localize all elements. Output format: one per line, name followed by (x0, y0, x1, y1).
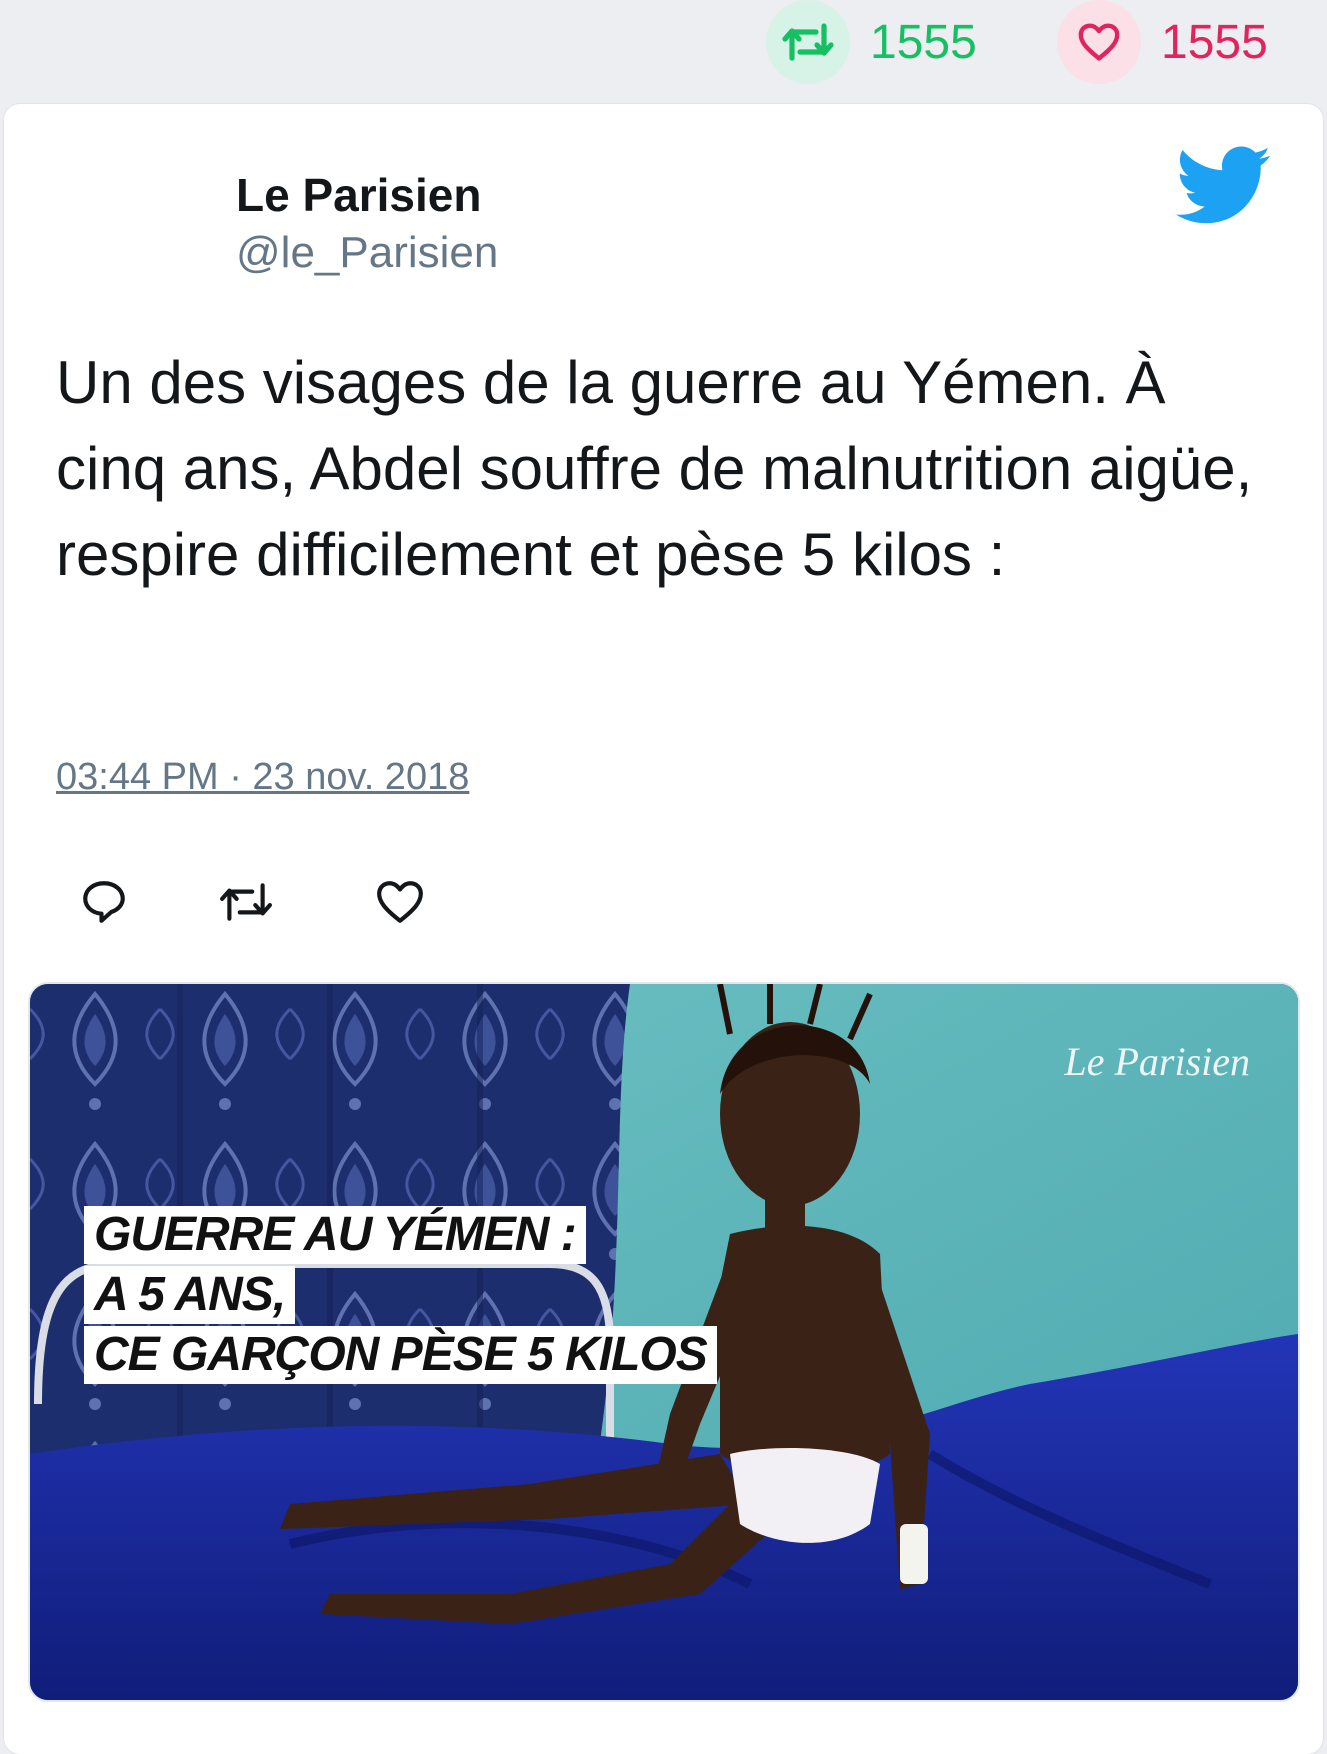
like-stat-icon-circle (1057, 0, 1141, 84)
author-name[interactable]: Le Parisien (236, 168, 481, 222)
heart-icon (1078, 23, 1120, 61)
like-button[interactable] (372, 874, 428, 930)
reply-icon (83, 881, 125, 923)
retweet-stat-icon-circle (766, 0, 850, 84)
media-brand-logo: Le Parisien (1064, 1039, 1250, 1084)
engagement-stats: 1555 1555 (0, 0, 1327, 100)
author-handle[interactable]: @le_Parisien (236, 228, 498, 278)
tweet-actions (76, 874, 476, 934)
tweet-card: Le Parisien @le_Parisien Un des visages … (4, 104, 1323, 1754)
media-caption-line-2: A 5 ANS, (84, 1266, 296, 1324)
tweet-text: Un des visages de la guerre au Yémen. À … (56, 349, 1253, 588)
media-caption-line-1: GUERRE AU YÉMEN : (84, 1206, 586, 1264)
retweet-stat[interactable]: 1555 (766, 0, 977, 84)
retweet-button[interactable] (218, 874, 274, 930)
media-caption-line-3: CE GARÇON PÈSE 5 KILOS (84, 1326, 717, 1384)
retweet-icon (782, 23, 834, 61)
tweet-timestamp[interactable]: 03:44 PM · 23 nov. 2018 (56, 756, 469, 799)
tweet-media-image[interactable]: Le Parisien GUERRE AU YÉMEN : A 5 ANS, C… (28, 982, 1300, 1702)
twitter-bird-icon[interactable] (1176, 146, 1272, 226)
like-count: 1555 (1161, 15, 1268, 69)
like-stat[interactable]: 1555 (1057, 0, 1268, 84)
retweet-count: 1555 (870, 15, 977, 69)
heart-icon (377, 881, 423, 923)
reply-button[interactable] (76, 874, 132, 930)
retweet-icon (220, 883, 272, 921)
